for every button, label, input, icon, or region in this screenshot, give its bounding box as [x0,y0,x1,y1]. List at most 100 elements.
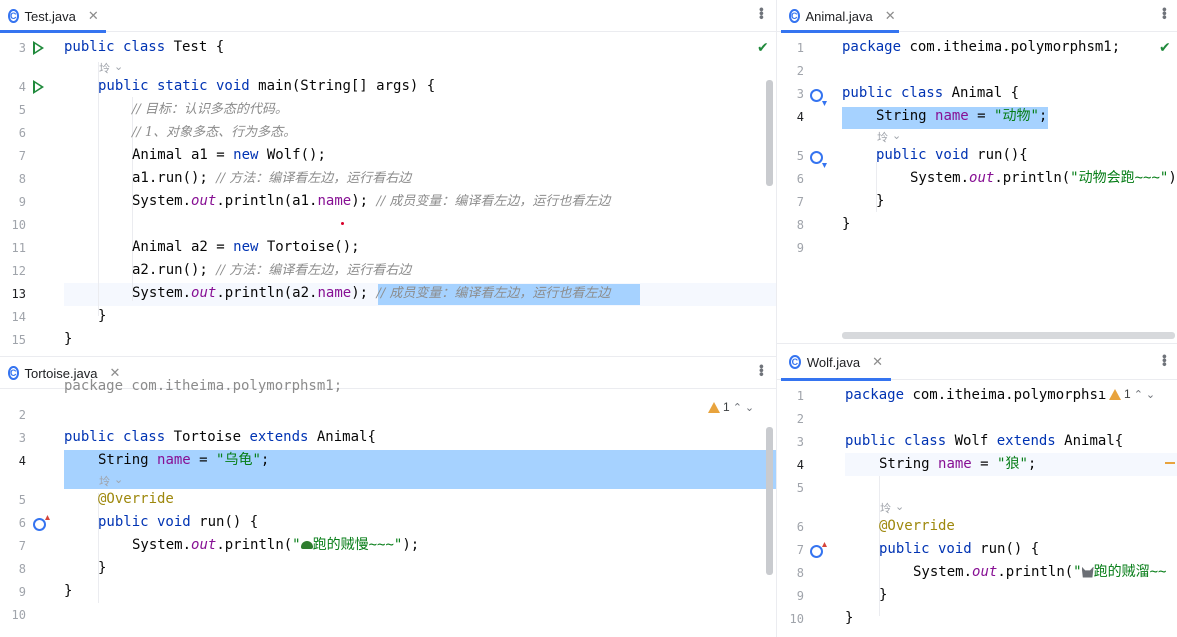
more-icon[interactable]: ••• [754,7,770,19]
inspection-ok-icon[interactable]: ✔ [1159,40,1171,56]
author-hint[interactable]: 坽 [99,473,110,489]
cursor-marker [341,222,344,225]
vertical-scrollbar[interactable] [766,80,773,186]
tab-animal-java[interactable]: C Animal.java ✕ [781,0,899,33]
editor-pane-animal: C Animal.java ✕ ••• 1 2 3 4 5 6 7 8 9 pa… [777,0,1177,342]
tab-test-java[interactable]: C Test.java ✕ [0,0,106,33]
chevron-down-icon[interactable]: ⌄ [1146,388,1155,401]
inspection-ok-icon[interactable]: ✔ [757,40,769,56]
implemented-icon[interactable] [810,151,823,164]
code-area-wolf[interactable]: package com.itheima.polymorphsı public c… [845,380,1177,637]
code-line-6: System.out.println("动物会跑~~~") [910,170,1177,186]
code-line-4: String name = "乌龟"; [98,452,270,468]
author-hint[interactable]: 坽 [99,60,110,76]
more-icon[interactable]: ••• [1157,7,1173,19]
code-line-8: System.out.println(" 跑的贼溜~~ [913,564,1167,580]
code-line-8: } [98,560,107,576]
overrides-icon[interactable] [810,545,823,558]
line-number-current: 4 [796,110,804,124]
gutter-animal: 1 2 3 4 5 6 7 8 9 [777,32,839,342]
gutter-test: 3 4 5 6 7 8 9 10 11 12 13 14 15 [0,32,83,356]
code-line-11: Animal a2 = new Tortoise(); [132,239,360,255]
code-line-4: String name = "狼"; [879,456,1037,472]
line-number: 3 [796,87,804,101]
code-line-5: // 目标：认识多态的代码。 [132,102,288,117]
line-number: 9 [18,585,26,599]
line-number: 7 [796,195,804,209]
overrides-icon[interactable] [33,518,46,531]
implemented-icon[interactable] [810,89,823,102]
code-area-tortoise-body[interactable]: public class Tortoise extends Animal{ St… [64,389,776,637]
chevron-down-icon[interactable]: ⌄ [114,473,123,486]
horizontal-scrollbar[interactable] [842,332,1175,339]
line-number-current: 13 [11,287,26,301]
code-line-1: package com.itheima.polymorphsı [845,387,1107,403]
chevron-up-icon[interactable]: ⌃ [733,401,742,414]
code-line-3: public class Test { [64,39,225,55]
line-number: 14 [11,310,26,324]
code-line-3: public class Tortoise extends Animal{ [64,429,376,445]
gutter-wolf: 1 2 3 4 5 6 7 8 9 10 [777,380,839,637]
class-icon: C [789,9,800,23]
run-gutter-icon[interactable] [33,41,44,55]
line-number: 5 [796,149,804,163]
line-number: 6 [796,172,804,186]
close-icon[interactable]: ✕ [88,8,99,24]
code-line-9: System.out.println(a1.name); // 成员变量：编译看… [132,193,611,209]
tab-label: Animal.java [805,8,873,24]
line-number: 11 [11,241,26,255]
turtle-emoji-icon [300,541,313,549]
line-number: 10 [11,608,26,622]
more-icon[interactable]: ••• [1157,354,1173,366]
line-number: 3 [796,435,804,449]
code-line-3: public class Wolf extends Animal{ [845,433,1124,449]
tab-wolf-java[interactable]: C Wolf.java ✕ [781,344,891,381]
wolf-emoji-icon [1081,566,1094,578]
author-hint[interactable]: 坽 [880,500,891,516]
code-line-10: } [845,610,854,626]
chevron-down-icon[interactable]: ⌄ [745,401,754,414]
code-line-9: } [879,587,888,603]
run-gutter-icon[interactable] [33,80,44,94]
class-icon: C [8,9,19,23]
close-icon[interactable]: ✕ [885,8,896,24]
line-number: 7 [18,539,26,553]
tab-bar-test: C Test.java ✕ ••• [0,0,776,33]
gutter-tortoise: 2 3 4 5 6 7 8 9 10 [0,389,60,637]
code-area-test[interactable]: public class Test { 坽 ⌄ public static voi… [64,32,776,356]
line-number: 2 [796,412,804,426]
chevron-down-icon[interactable]: ⌄ [114,60,123,73]
line-number: 6 [18,516,26,530]
warning-indicator[interactable]: 1 ⌃ ⌄ [706,400,757,414]
code-line-1: package com.itheima.polymorphsm1; [842,39,1121,55]
code-line-4: public static void main(String[] args) { [98,78,436,94]
indent-guide [98,62,99,316]
chevron-down-icon[interactable]: ⌄ [895,500,904,513]
more-icon[interactable]: ••• [754,364,770,376]
scroll-marker [1165,462,1175,464]
chevron-up-icon[interactable]: ⌃ [1134,388,1143,401]
line-number: 12 [11,264,26,278]
code-line-12: a2.run(); // 方法：编译看左边，运行看右边 [132,262,412,278]
vertical-scrollbar[interactable] [766,427,773,575]
line-number-current: 4 [18,454,26,468]
code-line-3: public class Animal { [842,85,1020,101]
warning-indicator[interactable]: 1 ⌃ ⌄ [1107,387,1158,401]
code-area-animal[interactable]: package com.itheima.polymorphsm1; public… [842,32,1177,342]
chevron-down-icon[interactable]: ⌄ [892,129,901,142]
code-line-7: } [876,193,885,209]
editor-pane-tortoise: C Tortoise.java ✕ ••• package com.itheim… [0,357,776,637]
class-icon: C [789,355,801,369]
code-line-7: System.out.println(" 跑的贼慢~~~"); [132,537,420,553]
line-number: 1 [796,389,804,403]
line-number: 8 [796,218,804,232]
line-number: 5 [18,103,26,117]
line-number: 6 [18,126,26,140]
line-number: 5 [18,493,26,507]
line-number: 9 [796,241,804,255]
code-line-7: Animal a1 = new Wolf(); [132,147,326,163]
author-hint[interactable]: 坽 [877,129,888,145]
close-icon[interactable]: ✕ [872,354,883,370]
code-line-8: } [842,216,851,232]
line-number: 2 [18,408,26,422]
